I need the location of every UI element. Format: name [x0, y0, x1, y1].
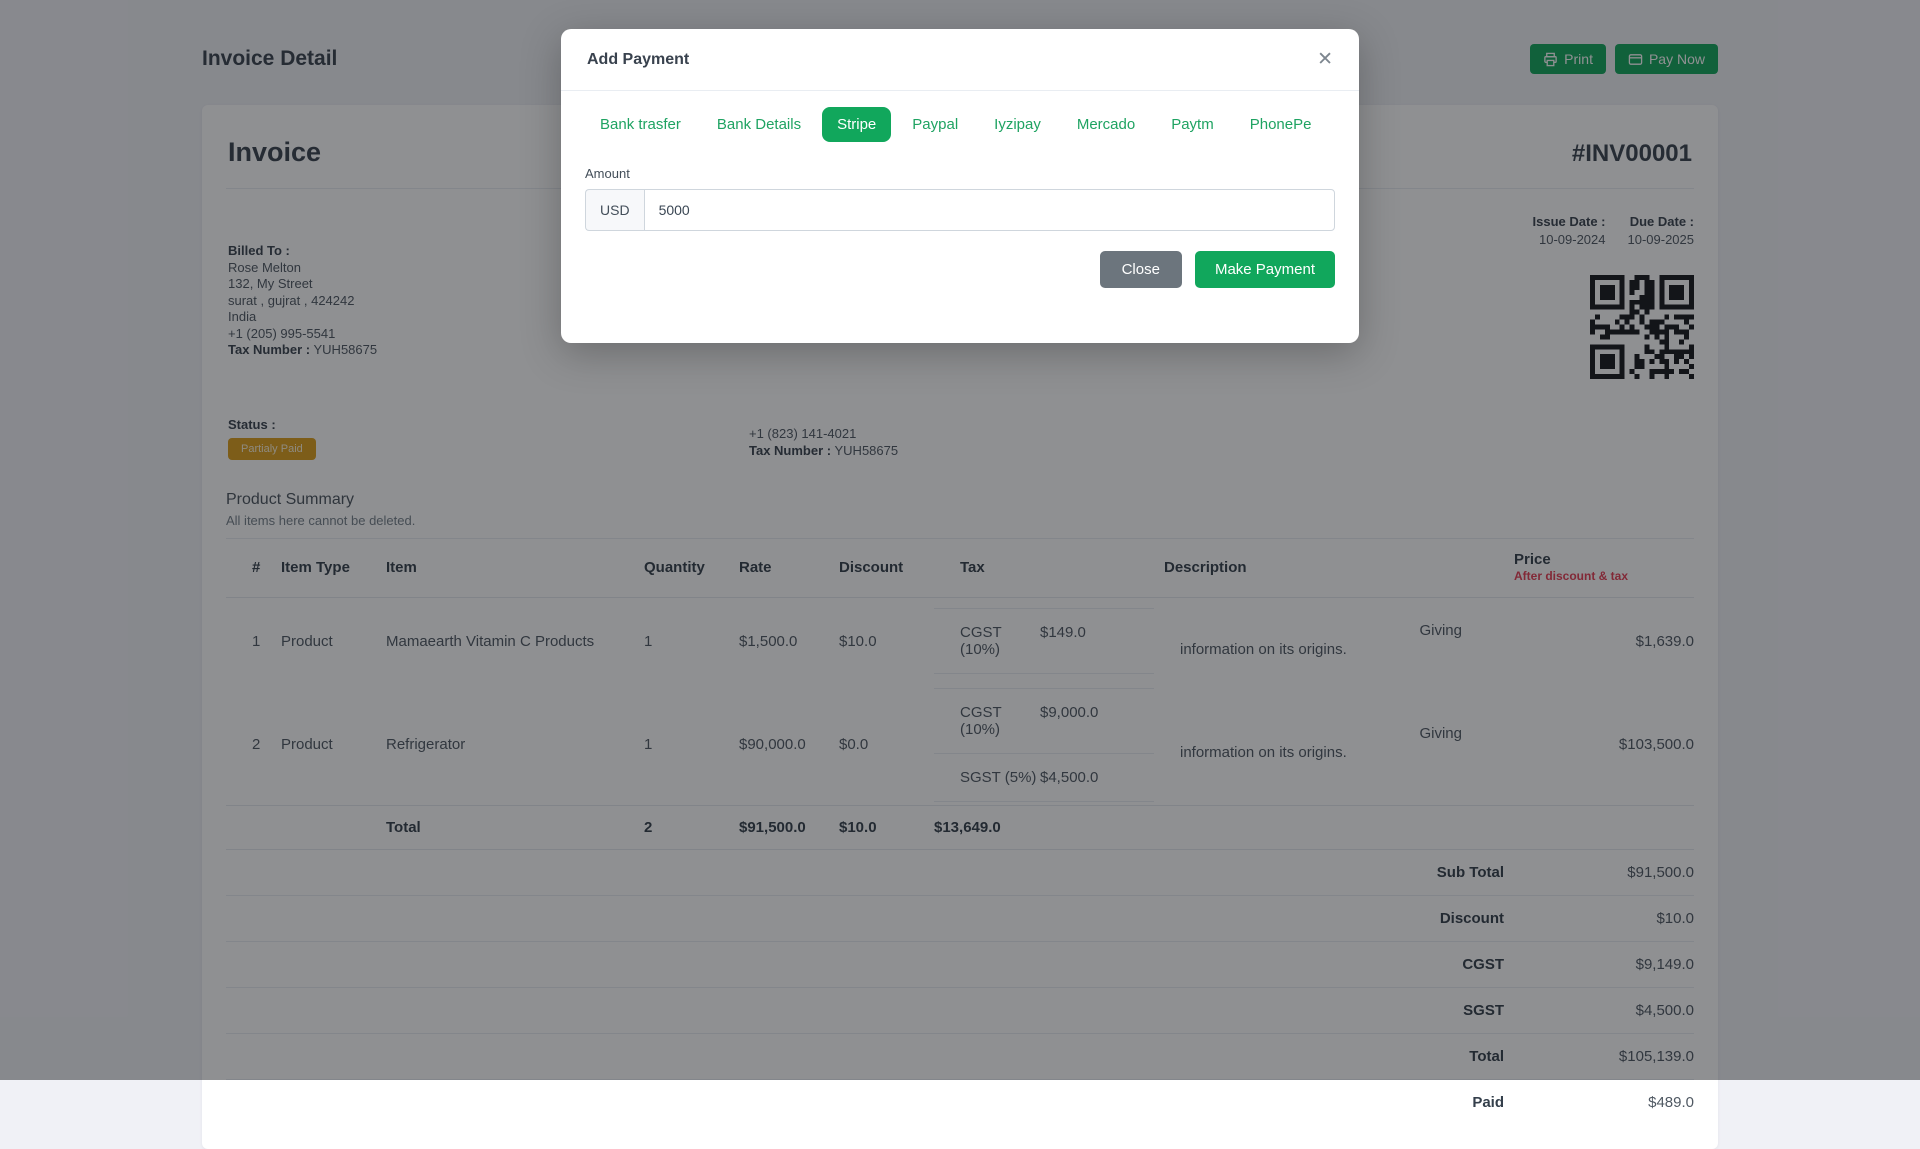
summary-label: Paid [226, 1079, 1514, 1125]
summary-row: Paid $489.0 [226, 1079, 1694, 1125]
modal-header: Add Payment ✕ [561, 29, 1359, 91]
make-payment-button[interactable]: Make Payment [1195, 251, 1335, 288]
tab-phonepe[interactable]: PhonePe [1235, 107, 1327, 142]
tab-paypal[interactable]: Paypal [897, 107, 973, 142]
close-icon[interactable]: ✕ [1317, 50, 1333, 69]
add-payment-modal: Add Payment ✕ Bank trasfer Bank Details … [561, 29, 1359, 343]
tab-bank-details[interactable]: Bank Details [702, 107, 816, 142]
summary-value: $489.0 [1514, 1079, 1694, 1125]
payment-method-tabs: Bank trasfer Bank Details Stripe Paypal … [561, 91, 1359, 142]
tab-stripe[interactable]: Stripe [822, 107, 891, 142]
modal-footer: Close Make Payment [561, 231, 1359, 288]
amount-input[interactable] [644, 189, 1335, 231]
tab-paytm[interactable]: Paytm [1156, 107, 1229, 142]
currency-prefix: USD [585, 189, 644, 231]
tab-bank-transfer[interactable]: Bank trasfer [585, 107, 696, 142]
amount-field-block: Amount USD [561, 142, 1359, 231]
close-button[interactable]: Close [1100, 251, 1182, 288]
amount-input-group: USD [585, 189, 1335, 231]
modal-title: Add Payment [587, 51, 689, 69]
tab-iyzipay[interactable]: Iyzipay [979, 107, 1056, 142]
tab-mercado[interactable]: Mercado [1062, 107, 1150, 142]
amount-label: Amount [585, 166, 1335, 181]
